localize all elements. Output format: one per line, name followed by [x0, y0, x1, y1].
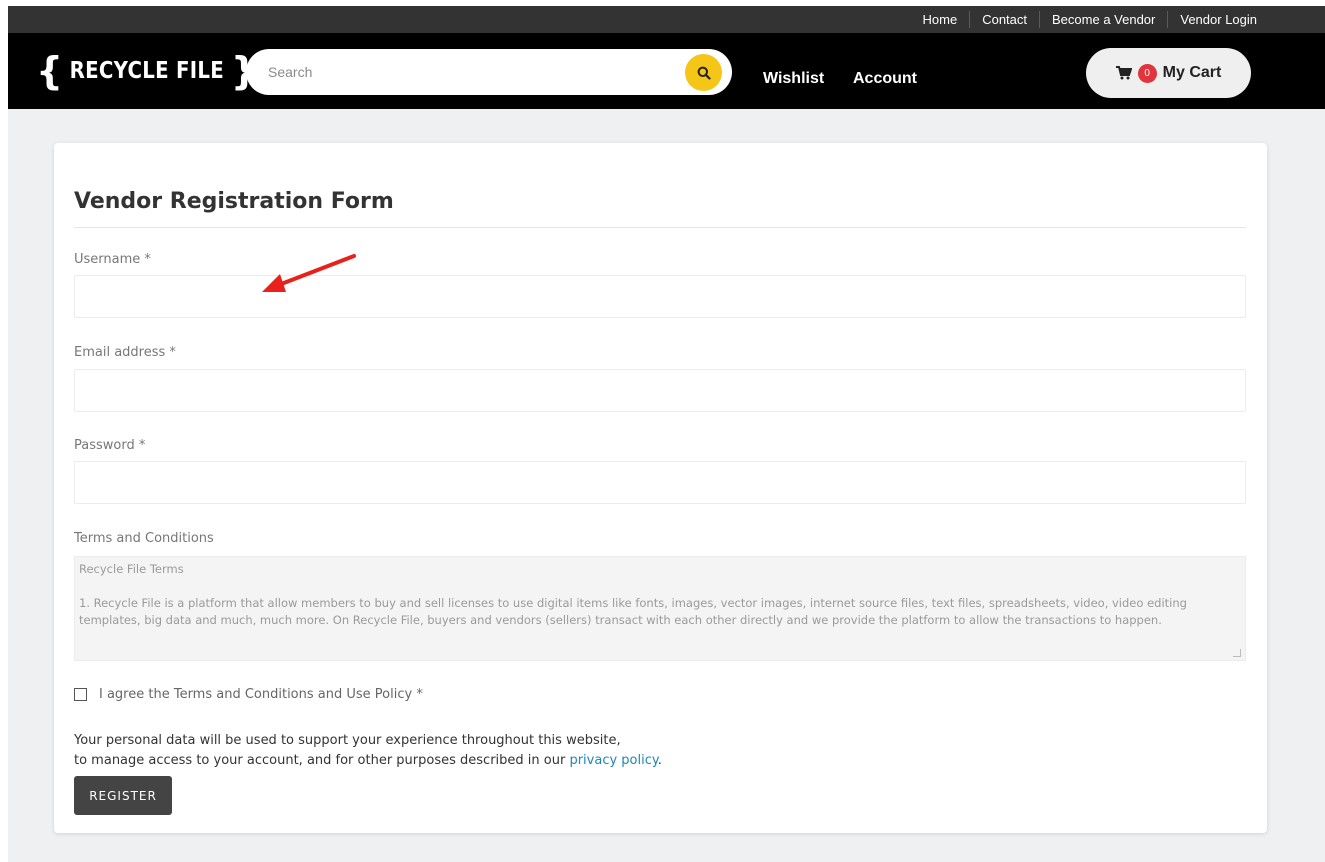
logo-left-brace: { — [36, 49, 64, 93]
agree-label: I agree the Terms and Conditions and Use… — [99, 687, 423, 702]
search-bar — [246, 49, 732, 95]
wishlist-link[interactable]: Wishlist — [763, 70, 824, 88]
registration-card: Vendor Registration Form Username * Emai… — [54, 143, 1267, 833]
search-icon — [697, 66, 711, 80]
title-divider — [74, 227, 1246, 228]
privacy-policy-link[interactable]: privacy policy — [569, 753, 657, 768]
terms-textarea[interactable]: Recycle File Terms 1. Recycle File is a … — [74, 556, 1246, 661]
red-arrow-annotation — [262, 254, 356, 292]
account-link[interactable]: Account — [853, 70, 917, 88]
site-logo[interactable]: { RECYCLE FILE } — [36, 51, 258, 91]
page-title: Vendor Registration Form — [74, 189, 394, 214]
search-input[interactable] — [268, 61, 668, 83]
privacy-line-1: Your personal data will be used to suppo… — [74, 733, 621, 748]
topnav-become-vendor-link[interactable]: Become a Vendor — [1039, 11, 1167, 28]
topnav-contact-link[interactable]: Contact — [969, 11, 1039, 28]
privacy-line-2: to manage access to your account, and fo… — [74, 751, 662, 771]
register-button[interactable]: REGISTER — [74, 776, 172, 815]
privacy-line-2-text: to manage access to your account, and fo… — [74, 753, 566, 768]
password-label: Password * — [74, 438, 146, 453]
top-utility-bar: Home Contact Become a Vendor Vendor Logi… — [8, 6, 1325, 33]
terms-body: 1. Recycle File is a platform that allow… — [79, 596, 1187, 627]
topnav-vendor-login-link[interactable]: Vendor Login — [1167, 11, 1269, 28]
resize-handle[interactable] — [1233, 649, 1241, 657]
logo-text: RECYCLE FILE — [69, 58, 225, 84]
privacy-notice: Your personal data will be used to suppo… — [74, 731, 662, 771]
search-button[interactable] — [685, 54, 722, 91]
privacy-period: . — [657, 753, 662, 768]
cart-count-badge: 0 — [1137, 63, 1157, 83]
cart-icon — [1115, 66, 1132, 80]
topnav-home-link[interactable]: Home — [911, 11, 970, 28]
password-field[interactable] — [74, 461, 1246, 504]
agree-row: I agree the Terms and Conditions and Use… — [74, 687, 423, 702]
cart-label: My Cart — [1162, 64, 1222, 81]
cart-button[interactable]: 0 My Cart — [1086, 48, 1251, 98]
username-label: Username * — [74, 252, 151, 267]
email-field[interactable] — [74, 369, 1246, 412]
main-header: { RECYCLE FILE } Wishlist Account 0 My C… — [8, 33, 1325, 109]
terms-heading: Recycle File Terms — [79, 562, 184, 576]
page-background: Home Contact Become a Vendor Vendor Logi… — [8, 6, 1325, 862]
terms-label: Terms and Conditions — [74, 531, 214, 546]
email-label: Email address * — [74, 345, 176, 360]
agree-checkbox[interactable] — [74, 688, 87, 701]
